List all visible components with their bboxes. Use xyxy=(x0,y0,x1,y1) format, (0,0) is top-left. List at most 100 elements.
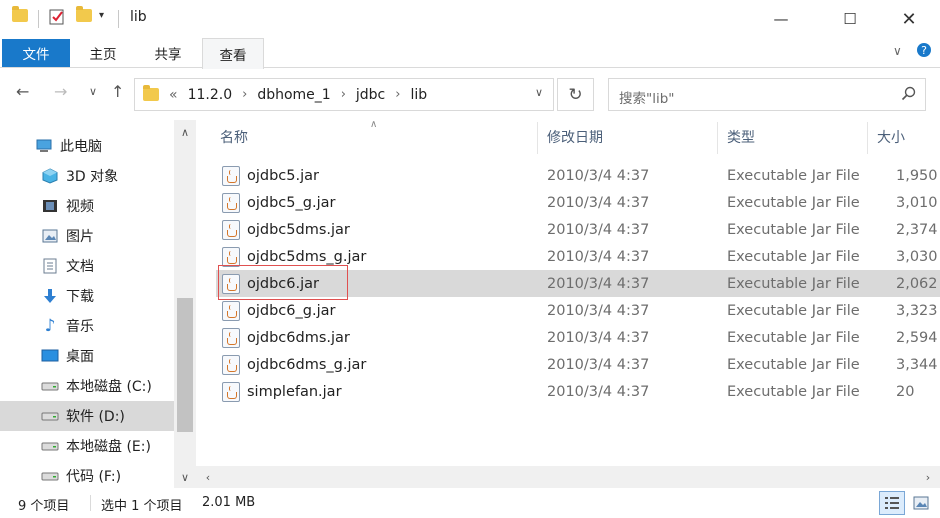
computer-icon xyxy=(34,138,54,154)
up-arrow-icon[interactable]: ↑ xyxy=(111,82,124,101)
table-row[interactable]: ojdbc6dms_g.jar 2010/3/4 4:37 Executable… xyxy=(216,351,940,378)
table-row[interactable]: simplefan.jar 2010/3/4 4:37 Executable J… xyxy=(216,378,940,405)
search-input[interactable]: 搜索"lib" xyxy=(608,78,926,111)
tab-share[interactable]: 共享 xyxy=(138,38,198,68)
file-name-cell: ojdbc5dms.jar xyxy=(222,216,350,243)
scroll-down-chevron-icon[interactable]: ∨ xyxy=(174,467,196,487)
file-date: 2010/3/4 4:37 xyxy=(547,221,650,238)
scrollbar-thumb[interactable] xyxy=(177,298,193,432)
nav-item-desktop[interactable]: 桌面 xyxy=(0,341,174,371)
breadcrumb-11-2-0[interactable]: 11.2.0 xyxy=(188,87,233,103)
nav-item-documents[interactable]: 文档 xyxy=(0,251,174,281)
address-history-chevron-icon[interactable]: ∨ xyxy=(535,86,543,99)
column-divider[interactable] xyxy=(867,122,868,154)
large-icons-view-button[interactable] xyxy=(908,491,934,515)
file-name: ojdbc6dms_g.jar xyxy=(247,356,367,373)
nav-item-3d-objects[interactable]: 3D 对象 xyxy=(0,161,174,191)
table-row[interactable]: ojdbc6_g.jar 2010/3/4 4:37 Executable Ja… xyxy=(216,297,940,324)
maximize-button[interactable]: ☐ xyxy=(827,0,873,38)
file-type: Executable Jar File xyxy=(727,356,860,373)
recent-locations-chevron-icon[interactable]: ∨ xyxy=(89,85,97,98)
divider xyxy=(90,495,91,511)
column-header-date[interactable]: 修改日期 xyxy=(547,120,603,154)
selection-count: 选中 1 个项目 xyxy=(101,499,183,514)
nav-item-drive-c[interactable]: 本地磁盘 (C:) xyxy=(0,371,174,401)
tab-view[interactable]: 查看 xyxy=(202,38,264,69)
new-folder-icon[interactable] xyxy=(76,6,92,22)
file-size: 20 xyxy=(896,383,915,400)
close-button[interactable]: ✕ xyxy=(886,0,932,38)
ribbon-tabs: 文件 主页 共享 查看 ∨ ? xyxy=(0,38,940,69)
column-divider[interactable] xyxy=(717,122,718,154)
scroll-right-chevron-icon[interactable]: › xyxy=(918,466,938,488)
refresh-button[interactable]: ↻ xyxy=(557,78,594,111)
table-row[interactable]: ojdbc6dms.jar 2010/3/4 4:37 Executable J… xyxy=(216,324,940,351)
breadcrumb-overflow[interactable]: « xyxy=(169,87,178,103)
nav-item-drive-e[interactable]: 本地磁盘 (E:) xyxy=(0,431,174,461)
tab-file[interactable]: 文件 xyxy=(2,39,70,67)
properties-checkmark-icon[interactable] xyxy=(48,8,66,30)
navigation-pane: 此电脑 3D 对象 视频 图片 文档 下载 ♪ 音乐 桌面 本地磁盘 (C:) … xyxy=(0,120,196,488)
title-bar: ▾ lib — ☐ ✕ xyxy=(0,0,940,38)
table-row[interactable]: ojdbc5.jar 2010/3/4 4:37 Executable Jar … xyxy=(216,162,940,189)
table-row-selected[interactable]: ojdbc6.jar 2010/3/4 4:37 Executable Jar … xyxy=(216,270,940,297)
scroll-up-chevron-icon[interactable]: ∧ xyxy=(174,122,196,142)
help-icon[interactable]: ? xyxy=(916,42,932,61)
file-size: 2,374 xyxy=(896,221,938,238)
table-row[interactable]: ojdbc5_g.jar 2010/3/4 4:37 Executable Ja… xyxy=(216,189,940,216)
address-bar[interactable]: « 11.2.0 › dbhome_1 › jdbc › lib ∨ xyxy=(134,78,554,111)
nav-item-videos[interactable]: 视频 xyxy=(0,191,174,221)
minimize-button[interactable]: — xyxy=(758,0,804,38)
file-size: 1,950 xyxy=(896,167,938,184)
file-name: ojdbc5_g.jar xyxy=(247,194,336,211)
forward-arrow-icon[interactable]: → xyxy=(54,82,67,101)
nav-item-label: 音乐 xyxy=(66,319,94,335)
jar-file-icon xyxy=(222,192,240,213)
column-header-size[interactable]: 大小 xyxy=(877,120,905,154)
scroll-left-chevron-icon[interactable]: ‹ xyxy=(198,466,218,488)
nav-item-music[interactable]: ♪ 音乐 xyxy=(0,311,174,341)
breadcrumb-separator-icon[interactable]: › xyxy=(395,87,400,102)
download-icon xyxy=(40,288,60,304)
search-icon[interactable] xyxy=(901,86,916,105)
nav-item-label: 软件 (D:) xyxy=(66,409,125,425)
expand-ribbon-chevron-icon[interactable]: ∨ xyxy=(893,44,902,58)
breadcrumb-separator-icon[interactable]: › xyxy=(341,87,346,102)
nav-item-label: 本地磁盘 (E:) xyxy=(66,439,151,455)
file-size: 3,010 xyxy=(896,194,938,211)
table-row[interactable]: ojdbc5dms_g.jar 2010/3/4 4:37 Executable… xyxy=(216,243,940,270)
nav-item-this-pc[interactable]: 此电脑 xyxy=(0,131,174,161)
sort-ascending-chevron-icon: ∧ xyxy=(370,119,378,130)
nav-item-drive-f[interactable]: 代码 (F:) xyxy=(0,461,174,491)
breadcrumb-jdbc[interactable]: jdbc xyxy=(356,87,385,103)
breadcrumb-separator-icon[interactable]: › xyxy=(242,87,247,102)
breadcrumb-lib[interactable]: lib xyxy=(410,87,427,103)
file-date: 2010/3/4 4:37 xyxy=(547,248,650,265)
refresh-icon: ↻ xyxy=(568,84,583,105)
jar-file-icon xyxy=(222,219,240,240)
horizontal-scrollbar[interactable]: ‹ › xyxy=(196,466,940,488)
column-header-type[interactable]: 类型 xyxy=(727,120,755,154)
drive-icon xyxy=(40,378,60,394)
file-date: 2010/3/4 4:37 xyxy=(547,383,650,400)
document-icon xyxy=(40,258,60,274)
table-row[interactable]: ojdbc5dms.jar 2010/3/4 4:37 Executable J… xyxy=(216,216,940,243)
desktop-icon xyxy=(40,348,60,364)
nav-item-drive-d[interactable]: 软件 (D:) xyxy=(0,401,174,431)
nav-scrollbar[interactable]: ∧ ∨ xyxy=(174,120,196,488)
file-name-cell: simplefan.jar xyxy=(222,378,342,405)
file-name-cell: ojdbc5dms_g.jar xyxy=(222,243,366,270)
address-row: ← → ∨ ↑ « 11.2.0 › dbhome_1 › jdbc › lib… xyxy=(0,68,940,120)
column-divider[interactable] xyxy=(537,122,538,154)
column-header-name[interactable]: 名称 xyxy=(220,120,248,154)
file-name-cell: ojdbc6dms_g.jar xyxy=(222,351,366,378)
details-view-button[interactable] xyxy=(879,491,905,515)
breadcrumb-dbhome-1[interactable]: dbhome_1 xyxy=(257,87,330,103)
large-icons-view-icon xyxy=(913,496,929,510)
tab-home[interactable]: 主页 xyxy=(74,38,132,68)
file-name-cell: ojdbc5_g.jar xyxy=(222,189,335,216)
nav-item-downloads[interactable]: 下载 xyxy=(0,281,174,311)
customize-toolbar-chevron-icon[interactable]: ▾ xyxy=(99,10,104,21)
nav-item-pictures[interactable]: 图片 xyxy=(0,221,174,251)
back-arrow-icon[interactable]: ← xyxy=(16,82,29,101)
